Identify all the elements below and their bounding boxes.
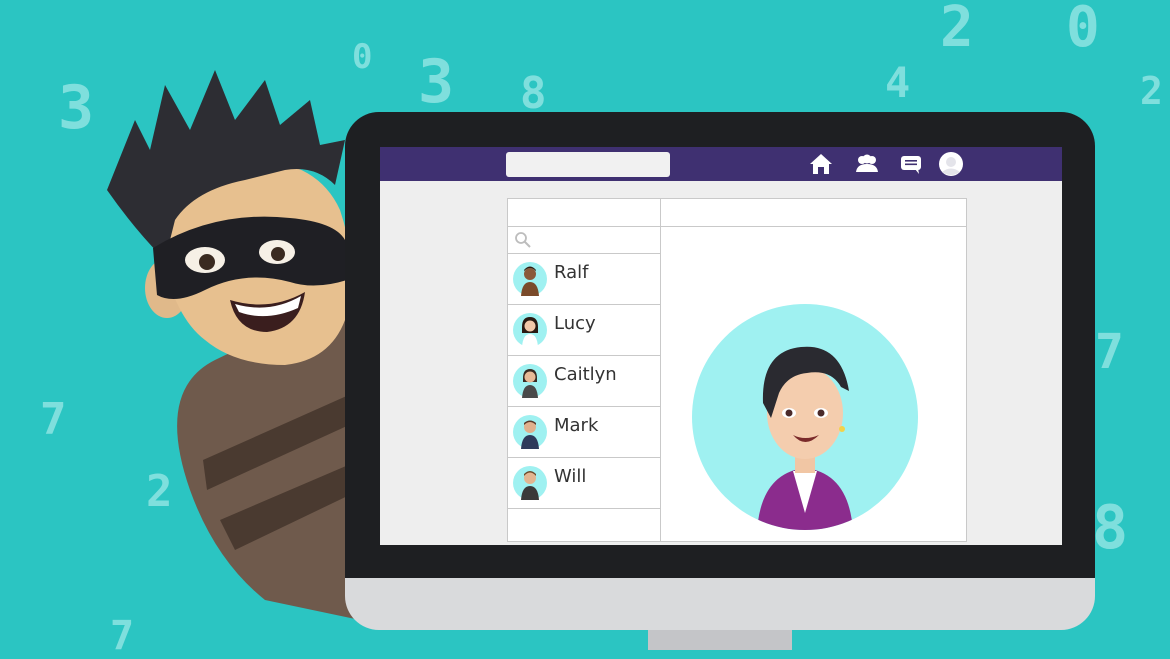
- background-digit: 7: [40, 394, 67, 445]
- contact-name: Will: [554, 466, 587, 487]
- contact-item-ralf[interactable]: Ralf: [508, 254, 660, 305]
- contacts-header: [508, 199, 660, 227]
- contact-name: Mark: [554, 415, 599, 436]
- contact-name: Ralf: [554, 262, 589, 283]
- background-digit: 8: [1092, 493, 1129, 563]
- avatar: [513, 313, 547, 347]
- monitor-chin: [345, 578, 1095, 630]
- background-digit: 3: [58, 73, 95, 143]
- avatar: [513, 466, 547, 500]
- home-icon[interactable]: [808, 151, 834, 177]
- chat-header: [661, 199, 966, 227]
- contact-item-lucy[interactable]: Lucy: [508, 305, 660, 356]
- background-digit: 7: [1095, 324, 1124, 380]
- monitor-stand: [648, 630, 792, 650]
- background-digit: 0: [1066, 0, 1100, 60]
- search-icon: [515, 232, 531, 248]
- monitor-screen: Ralf Lucy Caitlyn Mark Will: [380, 147, 1062, 545]
- avatar: [513, 415, 547, 449]
- contact-item-mark[interactable]: Mark: [508, 407, 660, 458]
- masked-thief-illustration: [107, 70, 360, 620]
- top-search-input[interactable]: [506, 152, 670, 177]
- chat-app-panel: Ralf Lucy Caitlyn Mark Will: [507, 198, 967, 542]
- background-digit: 7: [110, 613, 135, 659]
- avatar: [513, 364, 547, 398]
- background-digit: 4: [885, 58, 911, 107]
- contact-item-will[interactable]: Will: [508, 458, 660, 509]
- selected-contact-avatar: [692, 304, 918, 530]
- contacts-list: Ralf Lucy Caitlyn Mark Will: [508, 199, 661, 541]
- background-digit: 8: [520, 68, 547, 119]
- contacts-search-input[interactable]: [508, 227, 660, 254]
- contact-item-caitlyn[interactable]: Caitlyn: [508, 356, 660, 407]
- avatar: [513, 262, 547, 296]
- contact-name: Lucy: [554, 313, 596, 334]
- profile-icon[interactable]: [938, 151, 964, 177]
- background-digit: 2: [1140, 69, 1163, 113]
- app-topbar: [380, 147, 1062, 181]
- contact-name: Caitlyn: [554, 364, 617, 385]
- group-icon[interactable]: [854, 151, 880, 177]
- chat-icon[interactable]: [898, 151, 924, 177]
- background-digit: 3: [418, 47, 455, 117]
- background-digit: 2: [940, 0, 974, 60]
